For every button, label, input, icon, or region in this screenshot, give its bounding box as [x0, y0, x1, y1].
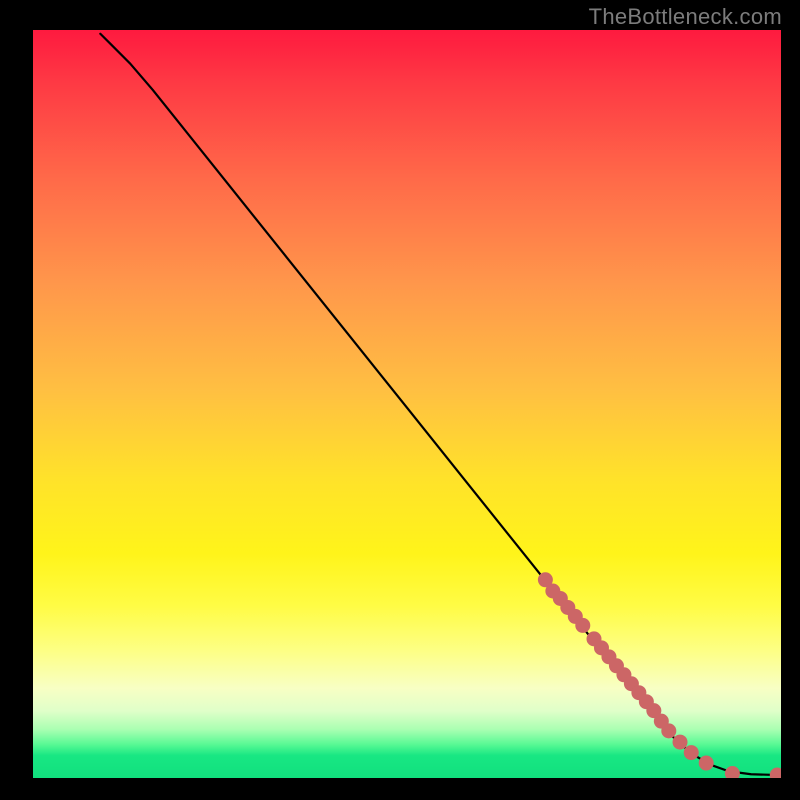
data-point	[725, 766, 740, 778]
bottleneck-curve	[100, 34, 777, 775]
data-point	[661, 723, 676, 738]
data-point	[575, 618, 590, 633]
chart-overlay	[33, 30, 781, 778]
data-point	[673, 735, 688, 750]
data-point	[770, 768, 781, 778]
data-points	[538, 572, 781, 778]
data-point	[684, 745, 699, 760]
chart-frame: TheBottleneck.com	[0, 0, 800, 800]
plot-area	[33, 30, 781, 778]
data-point	[699, 756, 714, 771]
watermark-text: TheBottleneck.com	[589, 4, 782, 30]
